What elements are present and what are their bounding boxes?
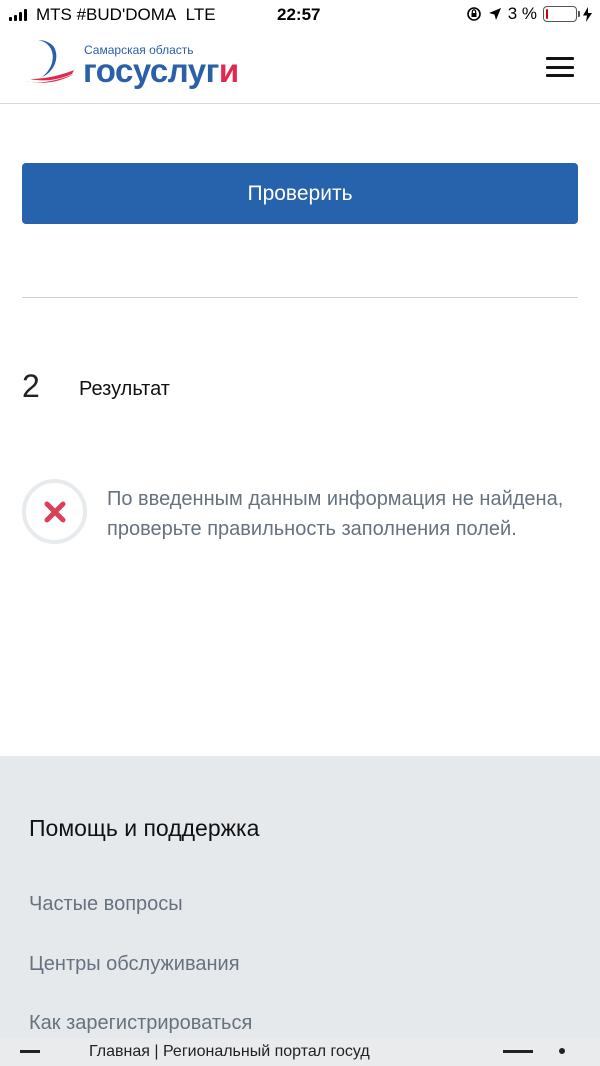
charging-bolt-icon [583, 6, 592, 22]
location-arrow-icon [488, 8, 501, 20]
brand-text: госуслуг [83, 52, 219, 89]
brand-accent-text: и [218, 52, 239, 89]
result-message: По введенным данным информация не найден… [107, 488, 564, 540]
footer-link-service-centers[interactable]: Центры обслуживания [29, 953, 240, 976]
footer-title: Помощь и поддержка [29, 815, 260, 841]
browser-bottom-bar: Главная | Региональный портал госуд [0, 1038, 600, 1066]
status-right: 3 % [466, 4, 592, 24]
carrier-label: MTS #BUD'DOMA LTE [36, 5, 216, 25]
footer-link-faq[interactable]: Частые вопросы [29, 893, 183, 916]
status-bar: MTS #BUD'DOMA LTE 22:57 3 % [0, 0, 600, 30]
site-header: Самарская область госуслуги [0, 30, 600, 104]
error-status-badge [22, 479, 87, 544]
page-title-tab[interactable]: Главная | Региональный портал госуд [89, 1043, 401, 1061]
network-type: LTE [185, 5, 216, 24]
tab-handle-icon[interactable] [503, 1050, 533, 1053]
carrier-name: MTS #BUD'DOMA [36, 5, 177, 24]
footer-link-how-to-register[interactable]: Как зарегистрироваться [29, 1012, 252, 1035]
battery-icon [543, 6, 580, 22]
minimize-icon[interactable] [20, 1050, 40, 1053]
battery-percent: 3 % [507, 4, 537, 23]
clock: 22:57 [277, 5, 321, 24]
error-x-icon [44, 501, 65, 522]
signal-strength-icon [9, 9, 27, 21]
rotation-lock-icon [466, 7, 481, 21]
dot-indicator-icon [559, 1048, 565, 1054]
step-number: 2 [22, 368, 40, 404]
step-title: Результат [79, 378, 170, 400]
check-button[interactable]: Проверить [22, 163, 578, 224]
section-divider [22, 297, 578, 298]
hamburger-icon[interactable] [546, 57, 574, 77]
gosuslugi-logo-icon[interactable] [24, 39, 80, 85]
brand-wordmark[interactable]: госуслуги [83, 52, 239, 90]
